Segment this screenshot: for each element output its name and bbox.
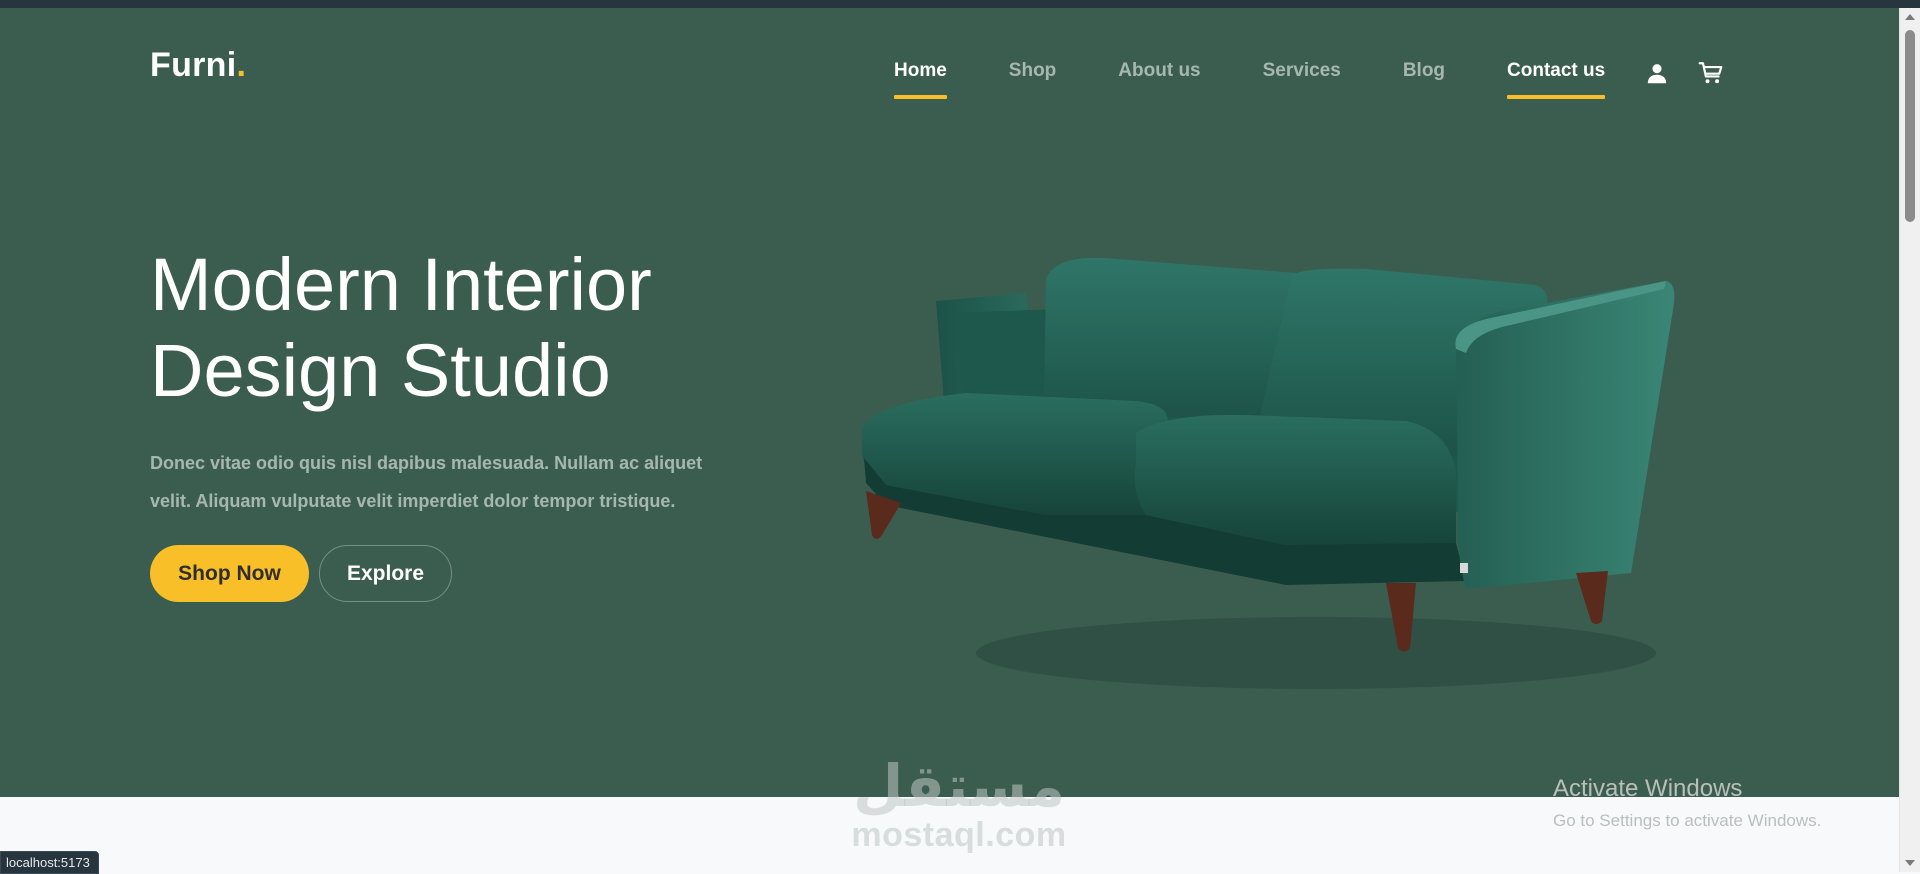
scroll-up-arrow-icon[interactable] <box>1905 14 1915 20</box>
cart-icon[interactable] <box>1698 60 1724 86</box>
nav-item-blog[interactable]: Blog <box>1403 60 1445 104</box>
brand-name: Furni <box>150 46 237 84</box>
scroll-down-arrow-icon[interactable] <box>1905 860 1915 866</box>
explore-button[interactable]: Explore <box>319 545 452 602</box>
sofa-image <box>862 257 1675 689</box>
nav-label: Shop <box>1008 60 1057 81</box>
active-underline <box>894 95 947 99</box>
activate-subtitle: Go to Settings to activate Windows. <box>1553 811 1822 830</box>
hero-description: Donec vitae odio quis nisl dapibus males… <box>150 453 703 511</box>
hero-title-line-2: Design Studio <box>150 329 611 412</box>
hero-title-line-1: Modern Interior <box>150 243 652 326</box>
activate-title: Activate Windows <box>1553 775 1743 802</box>
nav-item-shop[interactable]: Shop <box>1009 60 1057 104</box>
vertical-scrollbar[interactable] <box>1899 8 1920 872</box>
nav-icons <box>1644 60 1724 86</box>
brand-dot: . <box>236 46 247 84</box>
status-bar-url: localhost:5173 <box>0 851 99 874</box>
active-underline <box>1507 95 1606 99</box>
nav-label: Contact us <box>1507 60 1606 81</box>
watermark-arabic: مستقل <box>852 752 1066 820</box>
nav-item-contact-us[interactable]: Contact us <box>1507 60 1606 104</box>
browser-top-strip <box>0 0 1920 8</box>
main-nav: Home Shop About us Services Blog Contact… <box>894 60 1606 104</box>
activate-windows-notice: Activate Windows Go to Settings to activ… <box>1553 774 1821 834</box>
nav-item-home[interactable]: Home <box>894 60 947 104</box>
shop-now-button[interactable]: Shop Now <box>150 545 309 602</box>
hero-title: Modern Interior Design Studio <box>150 242 850 414</box>
nav-label: Blog <box>1402 60 1446 81</box>
user-icon[interactable] <box>1644 60 1670 86</box>
watermark: مستقل mostaql.com <box>844 757 1074 855</box>
nav-label: Services <box>1262 60 1341 81</box>
hero-section: Furni. Home Shop About us Services Blog … <box>0 8 1900 797</box>
nav-item-about-us[interactable]: About us <box>1118 60 1200 104</box>
nav-item-services[interactable]: Services <box>1263 60 1341 104</box>
watermark-latin: mostaql.com <box>851 816 1067 854</box>
nav-label: About us <box>1118 60 1201 81</box>
nav-label: Home <box>894 60 947 81</box>
scroll-thumb[interactable] <box>1905 30 1915 222</box>
brand-logo[interactable]: Furni. <box>150 46 246 85</box>
